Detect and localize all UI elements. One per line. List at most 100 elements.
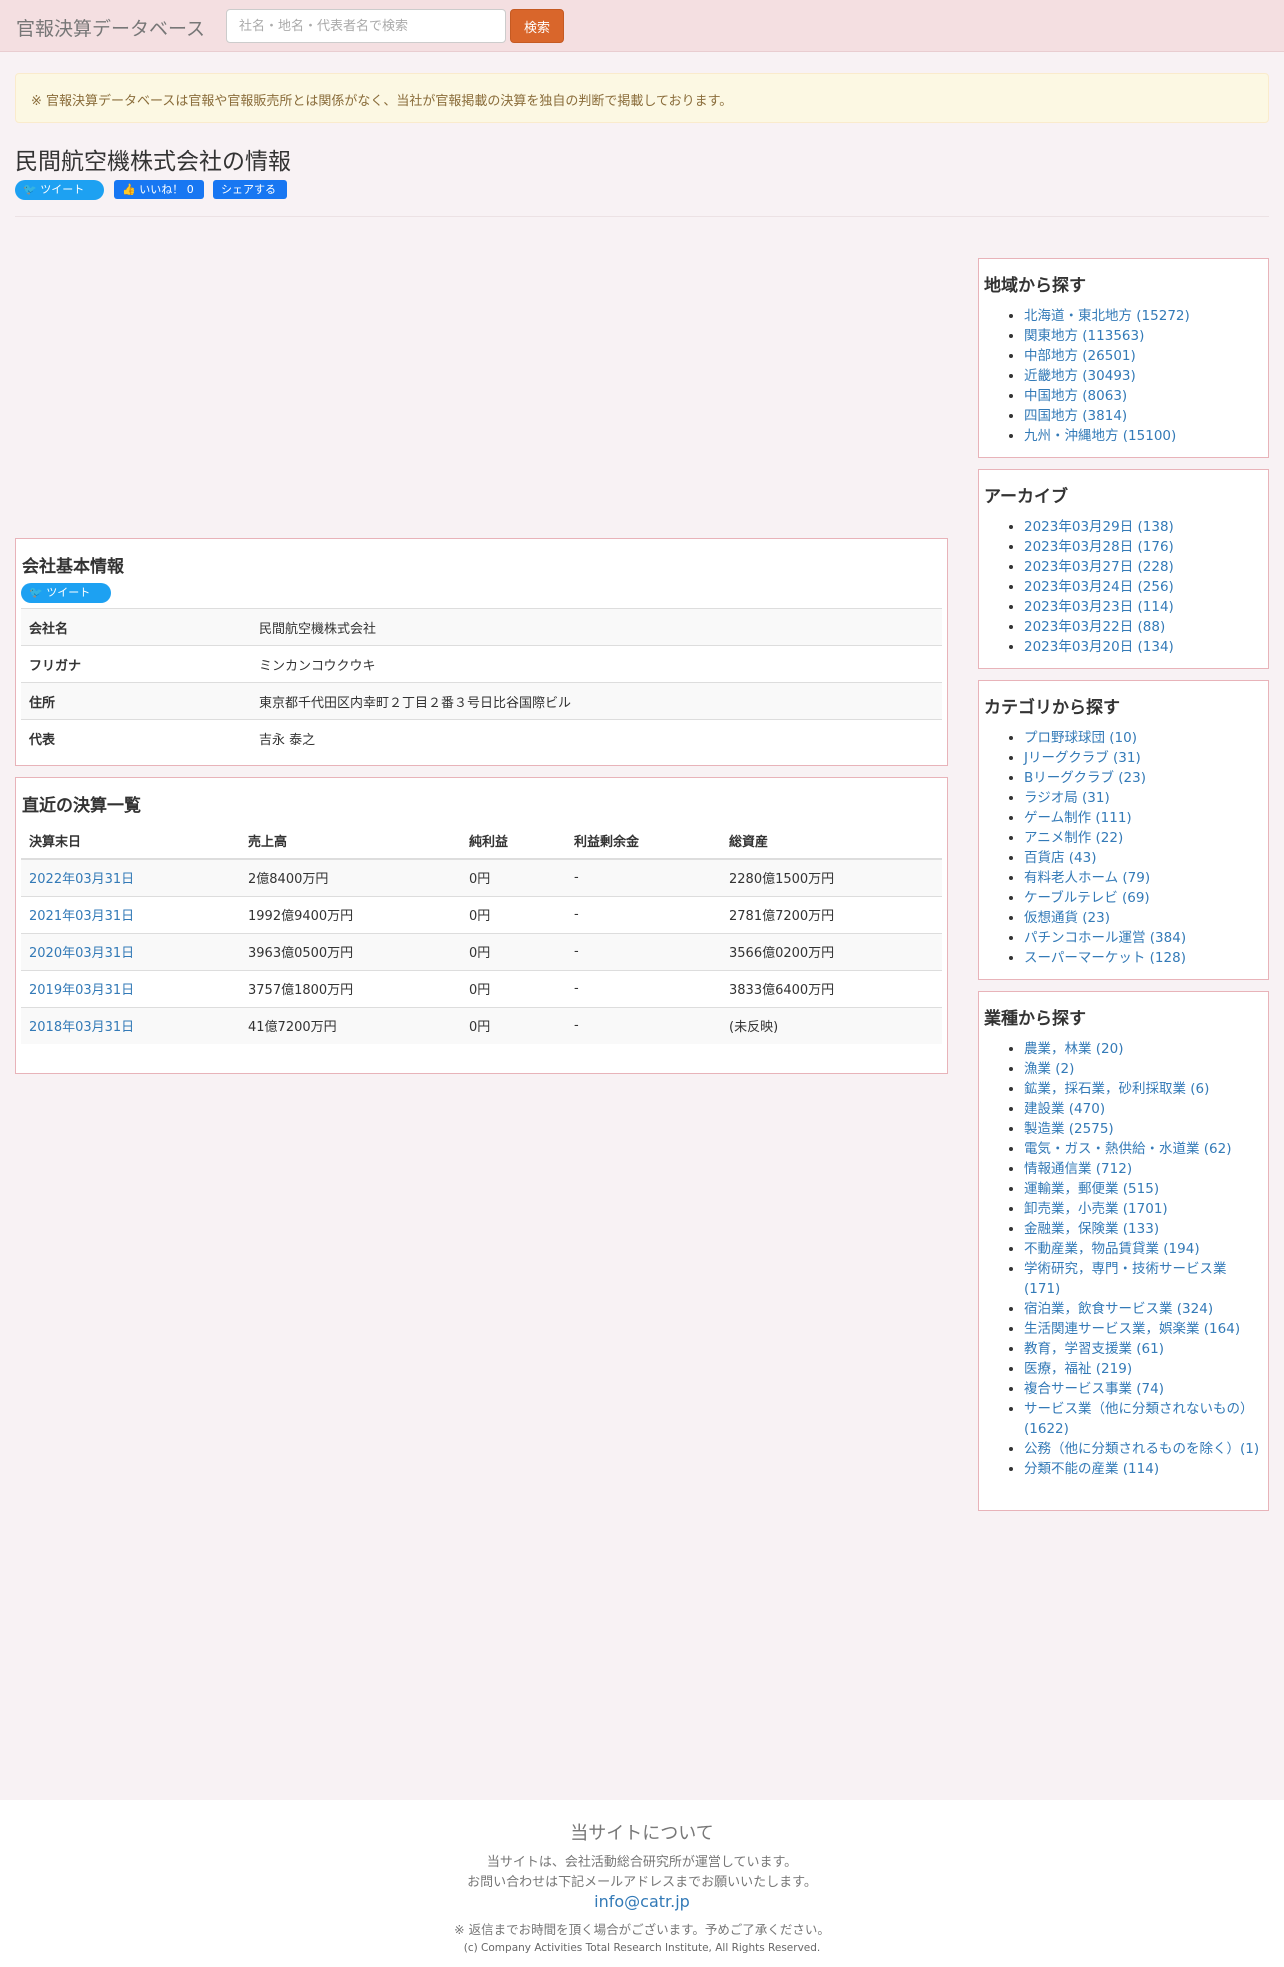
facebook-share-button[interactable]: シェアする bbox=[213, 180, 287, 199]
results-date-link[interactable]: 2019年03月31日 bbox=[29, 983, 134, 998]
industry-link[interactable]: 教育，学習支援業 (61) bbox=[1024, 1341, 1164, 1357]
results-column-header: 利益剰余金 bbox=[566, 822, 721, 860]
category-link[interactable]: ラジオ局 (31) bbox=[1024, 790, 1110, 806]
category-link[interactable]: パチンコホール運営 (384) bbox=[1024, 930, 1186, 946]
company-tweet-button[interactable]: 🐦 ツイート bbox=[21, 583, 111, 603]
industry-link[interactable]: サービス業（他に分類されないもの）(1622) bbox=[1024, 1401, 1254, 1437]
category-link[interactable]: Bリーグクラブ (23) bbox=[1024, 770, 1146, 786]
archive-list-item: 2023年03月23日 (114) bbox=[1024, 597, 1263, 617]
industry-link[interactable]: 製造業 (2575) bbox=[1024, 1121, 1114, 1137]
results-cell: - bbox=[566, 895, 721, 933]
tweet-button[interactable]: 🐦 ツイート bbox=[15, 180, 104, 200]
results-cell: 2億8400万円 bbox=[240, 858, 461, 896]
results-cell: - bbox=[566, 932, 721, 970]
industry-link[interactable]: 宿泊業，飲食サービス業 (324) bbox=[1024, 1301, 1213, 1317]
industry-heading: 業種から探す bbox=[984, 1009, 1086, 1029]
like-label: いいね！ 0 bbox=[139, 183, 194, 196]
results-cell: 41億7200万円 bbox=[240, 1006, 461, 1044]
region-link[interactable]: 九州・沖縄地方 (15100) bbox=[1024, 428, 1176, 444]
industry-link[interactable]: 漁業 (2) bbox=[1024, 1061, 1074, 1077]
region-link[interactable]: 中国地方 (8063) bbox=[1024, 388, 1127, 404]
facebook-like-button[interactable]: 👍 いいね！ 0 bbox=[114, 180, 204, 199]
industry-link[interactable]: 分類不能の産業 (114) bbox=[1024, 1461, 1159, 1477]
industry-link[interactable]: 複合サービス事業 (74) bbox=[1024, 1381, 1164, 1397]
industry-list-item: 卸売業，小売業 (1701) bbox=[1024, 1199, 1263, 1219]
category-list-item: ケーブルテレビ (69) bbox=[1024, 888, 1263, 908]
results-date-link[interactable]: 2020年03月31日 bbox=[29, 946, 134, 961]
results-date-link[interactable]: 2021年03月31日 bbox=[29, 909, 134, 924]
search-input[interactable] bbox=[226, 9, 506, 43]
results-cell: 0円 bbox=[461, 895, 566, 933]
category-link[interactable]: 仮想通貨 (23) bbox=[1024, 910, 1110, 926]
industry-link[interactable]: 農業，林業 (20) bbox=[1024, 1041, 1124, 1057]
industry-link[interactable]: 金融業，保険業 (133) bbox=[1024, 1221, 1159, 1237]
industry-list-item: 生活関連サービス業，娯楽業 (164) bbox=[1024, 1319, 1263, 1339]
archive-link[interactable]: 2023年03月29日 (138) bbox=[1024, 519, 1174, 535]
archive-link[interactable]: 2023年03月23日 (114) bbox=[1024, 599, 1174, 615]
results-row: 2022年03月31日 2億8400万円 0円 -2280億1500万円 bbox=[21, 858, 942, 896]
divider bbox=[15, 216, 1269, 217]
archive-link[interactable]: 2023年03月22日 (88) bbox=[1024, 619, 1165, 635]
region-list-item: 関東地方 (113563) bbox=[1024, 326, 1263, 346]
industry-list-item: 農業，林業 (20) bbox=[1024, 1039, 1263, 1059]
info-row: 住所 東京都千代田区内幸町２丁目２番３号日比谷国際ビル bbox=[21, 682, 942, 720]
industry-link[interactable]: 医療，福祉 (219) bbox=[1024, 1361, 1132, 1377]
results-date-cell: 2021年03月31日 bbox=[21, 895, 240, 933]
results-date-cell: 2019年03月31日 bbox=[21, 969, 240, 1007]
site-brand-link[interactable]: 官報決算データベース bbox=[16, 14, 205, 41]
archive-list-item: 2023年03月28日 (176) bbox=[1024, 537, 1263, 557]
region-link[interactable]: 関東地方 (113563) bbox=[1024, 328, 1144, 344]
results-heading: 直近の決算一覧 bbox=[22, 796, 141, 816]
archive-link[interactable]: 2023年03月24日 (256) bbox=[1024, 579, 1174, 595]
category-link[interactable]: アニメ制作 (22) bbox=[1024, 830, 1123, 846]
category-link[interactable]: スーパーマーケット (128) bbox=[1024, 950, 1186, 966]
results-cell: 2781億7200万円 bbox=[721, 895, 942, 933]
industry-link[interactable]: 電気・ガス・熱供給・水道業 (62) bbox=[1024, 1141, 1232, 1157]
industry-list-item: 医療，福祉 (219) bbox=[1024, 1359, 1263, 1379]
region-list-item: 中部地方 (26501) bbox=[1024, 346, 1263, 366]
industry-link[interactable]: 生活関連サービス業，娯楽業 (164) bbox=[1024, 1321, 1240, 1337]
results-date-link[interactable]: 2022年03月31日 bbox=[29, 872, 134, 887]
results-cell: - bbox=[566, 858, 721, 896]
search-button[interactable]: 検索 bbox=[510, 9, 564, 43]
industry-link[interactable]: 鉱業，採石業，砂利採取業 (6) bbox=[1024, 1081, 1209, 1097]
industry-link[interactable]: 卸売業，小売業 (1701) bbox=[1024, 1201, 1168, 1217]
industry-link[interactable]: 学術研究，専門・技術サービス業 (171) bbox=[1024, 1261, 1227, 1297]
industry-link[interactable]: 情報通信業 (712) bbox=[1024, 1161, 1132, 1177]
category-link[interactable]: プロ野球球団 (10) bbox=[1024, 730, 1137, 746]
region-link[interactable]: 近畿地方 (30493) bbox=[1024, 368, 1136, 384]
category-link[interactable]: Jリーグクラブ (31) bbox=[1024, 750, 1141, 766]
category-link[interactable]: ゲーム制作 (111) bbox=[1024, 810, 1132, 826]
industry-link[interactable]: 不動産業，物品賃貸業 (194) bbox=[1024, 1241, 1200, 1257]
results-cell: 0円 bbox=[461, 858, 566, 896]
industry-list-item: 鉱業，採石業，砂利採取業 (6) bbox=[1024, 1079, 1263, 1099]
category-list-item: パチンコホール運営 (384) bbox=[1024, 928, 1263, 948]
category-heading: カテゴリから探す bbox=[984, 698, 1120, 718]
info-value: 東京都千代田区内幸町２丁目２番３号日比谷国際ビル bbox=[251, 682, 942, 720]
tweet-label: ツイート bbox=[46, 586, 91, 599]
industry-list-item: 複合サービス事業 (74) bbox=[1024, 1379, 1263, 1399]
info-value: ミンカンコウクウキ bbox=[251, 645, 942, 683]
region-link[interactable]: 北海道・東北地方 (15272) bbox=[1024, 308, 1190, 324]
results-date-link[interactable]: 2018年03月31日 bbox=[29, 1020, 134, 1035]
archive-link[interactable]: 2023年03月28日 (176) bbox=[1024, 539, 1174, 555]
industry-list-item: 製造業 (2575) bbox=[1024, 1119, 1263, 1139]
region-link[interactable]: 中部地方 (26501) bbox=[1024, 348, 1136, 364]
results-cell: (未反映) bbox=[721, 1006, 942, 1044]
industry-link[interactable]: 運輸業，郵便業 (515) bbox=[1024, 1181, 1159, 1197]
category-link[interactable]: 有料老人ホーム (79) bbox=[1024, 870, 1150, 886]
info-row: 会社名 民間航空機株式会社 bbox=[21, 608, 942, 646]
region-link[interactable]: 四国地方 (3814) bbox=[1024, 408, 1127, 424]
category-link[interactable]: 百貨店 (43) bbox=[1024, 850, 1097, 866]
category-link[interactable]: ケーブルテレビ (69) bbox=[1024, 890, 1150, 906]
industry-link[interactable]: 公務（他に分類されるものを除く）(1) bbox=[1024, 1441, 1259, 1457]
results-column-header: 決算末日 bbox=[21, 822, 240, 860]
archive-link[interactable]: 2023年03月20日 (134) bbox=[1024, 639, 1174, 655]
info-row: フリガナ ミンカンコウクウキ bbox=[21, 645, 942, 683]
results-cell: 0円 bbox=[461, 1006, 566, 1044]
region-list-item: 近畿地方 (30493) bbox=[1024, 366, 1263, 386]
archive-link[interactable]: 2023年03月27日 (228) bbox=[1024, 559, 1174, 575]
industry-link[interactable]: 建設業 (470) bbox=[1024, 1101, 1105, 1117]
contact-email-link[interactable]: info@catr.jp bbox=[594, 1892, 690, 1911]
copyright: (c) Company Activities Total Research In… bbox=[463, 1942, 821, 1954]
